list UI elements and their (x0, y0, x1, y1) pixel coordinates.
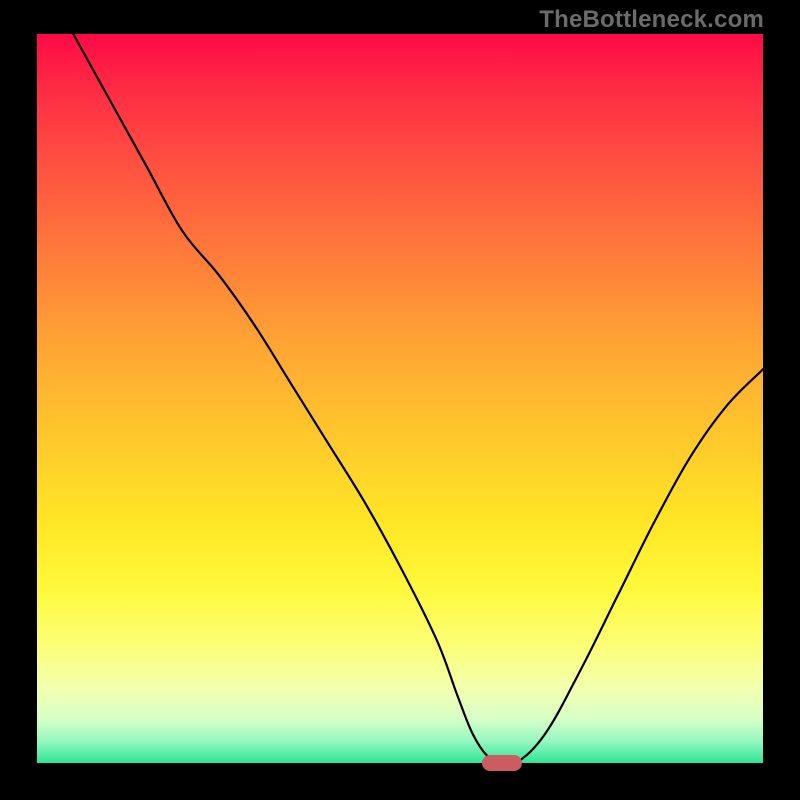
chart-curve (0, 0, 800, 800)
watermark-text: TheBottleneck.com (539, 6, 764, 34)
chart-frame: TheBottleneck.com (0, 0, 800, 800)
chart-marker (482, 755, 522, 771)
